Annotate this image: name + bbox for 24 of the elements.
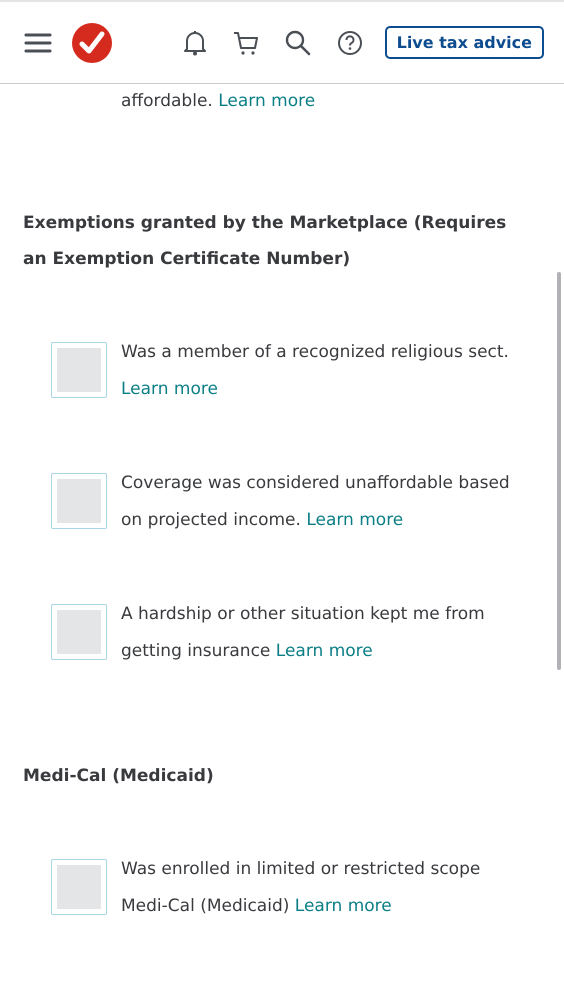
cart-icon[interactable]	[232, 30, 259, 56]
option-text: A hardship or other situation kept me from getting insurance Learn more	[121, 603, 486, 663]
checkbox[interactable]	[51, 342, 107, 398]
section-heading: Exemptions granted by the Marketplace (Requires an Exemption Certificate Number)	[23, 212, 508, 271]
section-heading: Medi-Cal (Medicaid)	[23, 765, 215, 788]
scrollbar[interactable]	[557, 272, 561, 670]
learn-more-link[interactable]: Learn more	[121, 379, 218, 399]
option-text: Was enrolled in limited or restricted scope Medi-Cal (Medicaid) Learn more	[121, 858, 482, 918]
learn-more-link[interactable]: Learn more	[306, 510, 404, 530]
checkbox[interactable]	[51, 859, 107, 915]
help-icon[interactable]	[336, 30, 363, 56]
option-text: affordable. Learn more	[121, 90, 316, 113]
live-tax-advice-button[interactable]: Live tax advice	[384, 26, 544, 59]
checkbox[interactable]	[51, 604, 107, 660]
learn-more-link[interactable]: Learn more	[276, 641, 373, 661]
option-text: Coverage was considered unaffordable based on projected income. Learn more	[121, 472, 511, 532]
checkmark-logo-icon[interactable]	[72, 22, 112, 62]
option-text: Was a member of a recognized religious sect. Learn more	[121, 341, 510, 401]
menu-icon[interactable]	[24, 32, 52, 54]
bell-icon[interactable]	[182, 30, 207, 56]
search-icon[interactable]	[284, 30, 311, 56]
checkbox[interactable]	[51, 473, 107, 529]
learn-more-link[interactable]: Learn more	[294, 896, 392, 916]
learn-more-link[interactable]: Learn more	[218, 91, 316, 111]
